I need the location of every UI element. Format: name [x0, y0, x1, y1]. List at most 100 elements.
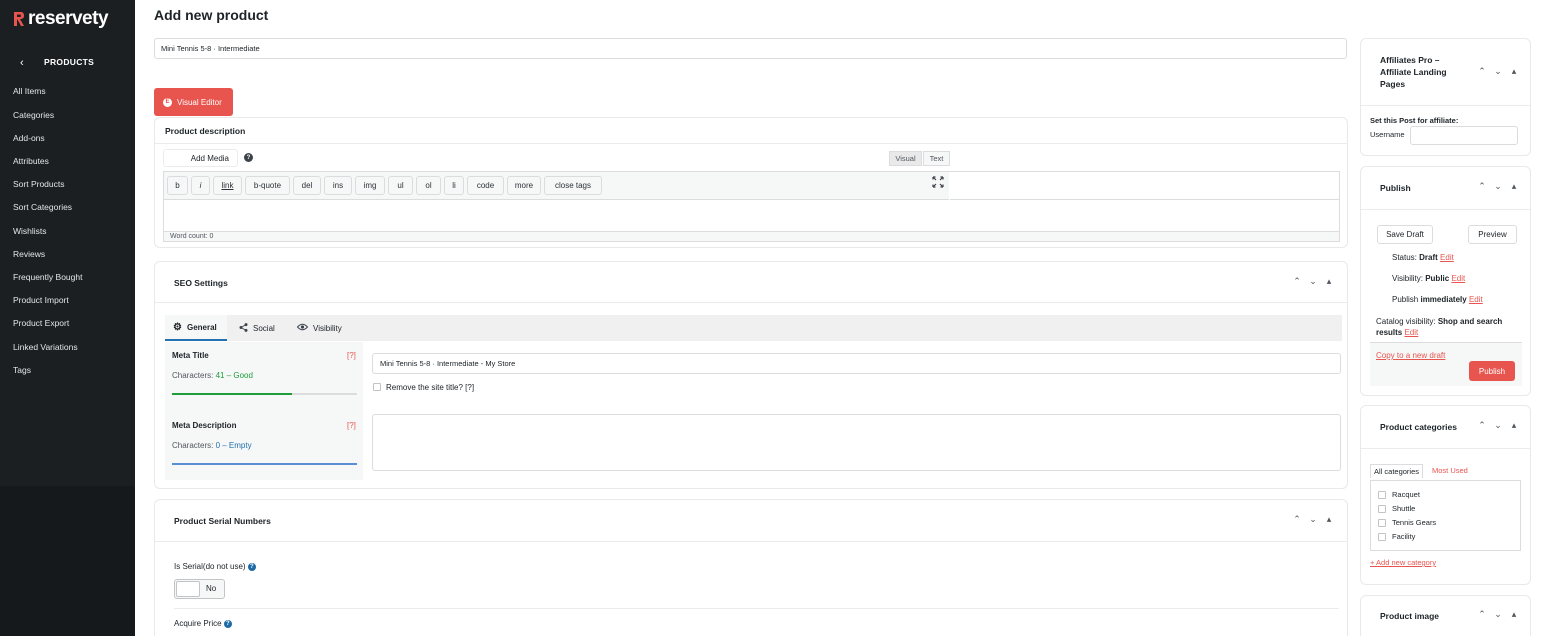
sidebar-item-wishlists[interactable]: Wishlists: [13, 226, 47, 236]
sidebar-item-linked-variations[interactable]: Linked Variations: [13, 342, 78, 352]
toolbar-ul-button[interactable]: ul: [388, 176, 413, 195]
sidebar-item-frequently-bought[interactable]: Frequently Bought: [13, 272, 82, 282]
product-title-input[interactable]: Mini Tennis 5-8 · Intermediate: [154, 38, 1347, 59]
meta-title-chars-prefix: Characters:: [172, 371, 216, 380]
tab-all-categories[interactable]: All categories: [1370, 464, 1424, 478]
add-media-button[interactable]: Add Media: [163, 149, 238, 167]
toolbar-li-button[interactable]: li: [444, 176, 464, 195]
sidebar-footer-area: [0, 486, 135, 636]
chevron-left-icon[interactable]: ‹: [20, 57, 24, 69]
category-checkbox-shuttle[interactable]: [1378, 505, 1386, 513]
edit-status-link[interactable]: Edit: [1440, 253, 1454, 262]
set-post-label: Set this Post for affiliate:: [1370, 116, 1459, 125]
toggle-panel-icon[interactable]: ▴: [1509, 181, 1519, 192]
chevron-up-icon[interactable]: ⌃: [1477, 181, 1487, 192]
visual-editor-label: Visual Editor: [177, 97, 222, 107]
toggle-panel-icon[interactable]: ▴: [1509, 420, 1519, 431]
chevron-up-icon[interactable]: ⌃: [1292, 514, 1302, 525]
meta-title-help[interactable]: [?]: [347, 351, 356, 360]
affiliates-heading: Affiliates Pro – Affiliate Landing Pages: [1380, 55, 1447, 89]
publish-date-value: immediately: [1420, 295, 1467, 304]
add-media-label: Add Media: [190, 153, 229, 163]
sidebar-item-all-items[interactable]: All Items: [13, 86, 46, 96]
meta-description-textarea[interactable]: [372, 414, 1341, 471]
card-controls: ⌃ ⌄ ▴: [1477, 420, 1519, 431]
logo-text: reservety: [28, 8, 109, 29]
page-title: Add new product: [154, 7, 269, 23]
toggle-panel-icon[interactable]: ▴: [1324, 276, 1334, 287]
categories-checklist: Racquet Shuttle Tennis Gears Facility: [1370, 480, 1521, 551]
chevron-up-icon[interactable]: ⌃: [1477, 66, 1487, 77]
sidebar-item-tags[interactable]: Tags: [13, 365, 31, 375]
toolbar-ins-button[interactable]: ins: [324, 176, 352, 195]
edit-catalog-visibility-link[interactable]: Edit: [1404, 328, 1418, 337]
toggle-panel-icon[interactable]: ▴: [1324, 514, 1334, 525]
publish-button[interactable]: Publish: [1469, 361, 1515, 381]
toolbar-bquote-button[interactable]: b-quote: [245, 176, 290, 195]
meta-title-chars: Characters: 41 – Good: [172, 371, 253, 380]
chevron-down-icon[interactable]: ⌄: [1308, 276, 1318, 287]
fullscreen-icon[interactable]: [932, 176, 944, 188]
sidebar-item-add-ons[interactable]: Add-ons: [13, 133, 45, 143]
chevron-down-icon[interactable]: ⌄: [1308, 514, 1318, 525]
toggle-panel-icon[interactable]: ▴: [1509, 66, 1519, 77]
tab-text[interactable]: Text: [923, 151, 950, 166]
add-new-category-link[interactable]: + Add new category: [1370, 558, 1436, 567]
chevron-down-icon[interactable]: ⌄: [1493, 420, 1503, 431]
category-checkbox-racquet[interactable]: [1378, 491, 1386, 499]
preview-button[interactable]: Preview: [1468, 225, 1517, 244]
toggle-panel-icon[interactable]: ▴: [1509, 609, 1519, 620]
product-image-card: Product image ⌃ ⌄ ▴: [1360, 595, 1531, 636]
toolbar-ol-button[interactable]: ol: [416, 176, 441, 195]
is-serial-text: Is Serial(do not use): [174, 562, 246, 571]
tab-visual[interactable]: Visual: [889, 151, 922, 166]
help-icon[interactable]: ?: [247, 562, 256, 571]
chevron-down-icon[interactable]: ⌄: [1493, 181, 1503, 192]
toolbar-img-button[interactable]: img: [355, 176, 385, 195]
toolbar-code-button[interactable]: code: [467, 176, 504, 195]
tab-social[interactable]: Social: [239, 315, 275, 341]
toolbar-close-tags-button[interactable]: close tags: [544, 176, 602, 195]
copy-to-draft-link[interactable]: Copy to a new draft: [1376, 351, 1445, 360]
sidebar-item-product-export[interactable]: Product Export: [13, 318, 69, 328]
sidebar-item-sort-products[interactable]: Sort Products: [13, 179, 65, 189]
question-icon[interactable]: ?: [244, 153, 253, 162]
meta-description-help[interactable]: [?]: [347, 421, 356, 430]
chevron-down-icon[interactable]: ⌄: [1493, 609, 1503, 620]
tab-most-used[interactable]: Most Used: [1432, 466, 1468, 475]
toolbar-link-button[interactable]: link: [213, 176, 242, 195]
help-icon[interactable]: ?: [223, 619, 232, 628]
is-serial-toggle[interactable]: No: [174, 579, 225, 599]
chevron-up-icon[interactable]: ⌃: [1477, 420, 1487, 431]
toolbar-italic-button[interactable]: i: [191, 176, 210, 195]
edit-visibility-link[interactable]: Edit: [1451, 274, 1465, 283]
toolbar-del-button[interactable]: del: [293, 176, 321, 195]
save-draft-button[interactable]: Save Draft: [1377, 225, 1433, 244]
tab-general[interactable]: ⚙ General: [165, 315, 227, 341]
tab-visibility[interactable]: Visibility: [296, 315, 342, 341]
category-checkbox-facility[interactable]: [1378, 533, 1386, 541]
visual-editor-button[interactable]: E Visual Editor: [154, 88, 233, 116]
toolbar-bold-button[interactable]: b: [167, 176, 188, 195]
category-checkbox-tennis-gears[interactable]: [1378, 519, 1386, 527]
elementor-icon: E: [163, 97, 172, 107]
meta-title-input[interactable]: Mini Tennis 5-8 · Intermediate - My Stor…: [372, 353, 1341, 374]
logo[interactable]: reservety: [13, 8, 109, 30]
remove-site-title-checkbox[interactable]: [373, 383, 381, 391]
sidebar-item-product-import[interactable]: Product Import: [13, 295, 69, 305]
product-description-card: Product description Add Media ? Visual T…: [154, 117, 1348, 248]
chevron-down-icon[interactable]: ⌄: [1493, 66, 1503, 77]
chevron-up-icon[interactable]: ⌃: [1292, 276, 1302, 287]
edit-publish-date-link[interactable]: Edit: [1469, 295, 1483, 304]
sidebar-section-title: PRODUCTS: [44, 57, 95, 67]
sidebar-item-categories[interactable]: Categories: [13, 110, 54, 120]
sidebar-item-attributes[interactable]: Attributes: [13, 156, 49, 166]
toolbar-more-button[interactable]: more: [507, 176, 541, 195]
product-image-heading: Product image: [1380, 611, 1440, 621]
username-input[interactable]: [1410, 126, 1518, 145]
sidebar-item-reviews[interactable]: Reviews: [13, 249, 45, 259]
chevron-up-icon[interactable]: ⌃: [1477, 609, 1487, 620]
seo-settings-card: SEO Settings ⌃ ⌄ ▴ ⚙ General Social Visibi…: [154, 261, 1348, 489]
sidebar-item-sort-categories[interactable]: Sort Categories: [13, 202, 72, 212]
sidebar: reservety ‹ PRODUCTS All Items Categorie…: [0, 0, 135, 636]
